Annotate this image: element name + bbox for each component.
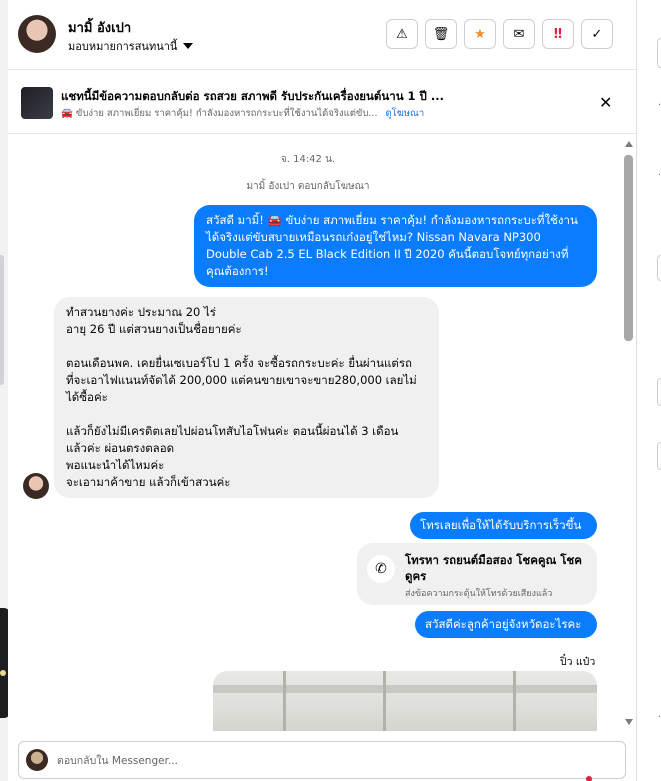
conversation-actions: ⚠ 🗑 ★ ✉ ‼ ✓ [386, 19, 613, 49]
outgoing-message-call-prompt[interactable]: โทรเลยเพื่อให้ได้รับบริการเร็วขึ้น [410, 512, 597, 539]
incoming-message-customer[interactable]: ทำสวนยางค่ะ ประมาณ 20 ไร่ อายุ 26 ปี แต่… [54, 297, 439, 498]
call-prompt-card[interactable]: ✆ โทรหา รถยนต์มือสอง โชคคูณ โชค ดูคร ส่ง… [357, 543, 597, 605]
left-scroll-indicator [0, 255, 4, 385]
photo-detail [513, 671, 516, 731]
contact-name[interactable]: มามิ้ อังเปา [68, 17, 131, 38]
message-line: แล้วค่ะ ผ่อนตรงตลอด [66, 441, 175, 455]
ad-subtitle-row: 🚘 ขับง่าย สภาพเยี่ยม ราคาคุ้ม! กำลังมองห… [61, 106, 424, 121]
assign-conversation-dropdown[interactable]: มอบหมายการสนทนานี้ [68, 37, 194, 55]
star-icon: ★ [474, 26, 486, 42]
reply-composer [18, 741, 626, 781]
message-line: ได้จริงแต่ขับสบายเหมือนรถเก๋งอยู่ใช่ไหม?… [206, 230, 541, 244]
checkmark-icon: ✓ [591, 26, 603, 42]
conversation-header: มามิ้ อังเปา มอบหมายการสนทนานี้ ⚠ 🗑 ★ ✉ … [8, 0, 636, 70]
message-line: อายุ 26 ปี แต่สวนยางเป็นชื่อยายค่ะ [66, 322, 242, 336]
message-line: ตอนเดือนพค. เคยยื่นเซเบอร์โป 1 ครั้ง จะซ… [66, 356, 413, 370]
message-thread: จ. 14:42 น. มามิ้ อังเปา ตอบกลับโฆษณา สว… [8, 135, 636, 731]
call-card-subtitle: ส่งข้อความกระตุ้นให้โทรด้วยเสียงแล้ว [405, 589, 553, 599]
scroll-up-arrow-icon[interactable] [625, 141, 633, 147]
photo-detail [383, 671, 386, 731]
exclamation-icon: ‼ [553, 26, 563, 42]
reply-input[interactable] [57, 750, 597, 772]
follow-up-button[interactable]: ‼ [542, 19, 574, 49]
message-line: สวัสดี มามิ้! 🚘 ขับง่าย สภาพเยี่ยม ราคาค… [206, 213, 578, 227]
chevron-down-icon [183, 43, 194, 49]
sender-avatar[interactable] [23, 473, 49, 499]
mark-unread-button[interactable]: ✉ [503, 19, 535, 49]
message-timestamp: จ. 14:42 น. [280, 154, 336, 165]
warning-icon: ⚠ [396, 26, 408, 42]
mark-done-button[interactable]: ✓ [581, 19, 613, 49]
assign-label: มอบหมายการสนทนานี้ [68, 40, 178, 53]
message-line: จะเอามาค้าขาย แล้วก็เข้าสวนค่ะ [66, 475, 231, 489]
message-line: แล้วก็ยังไม่มีเครดิตเลยไปผ่อนโทสับไอโฟนค… [66, 424, 399, 438]
outgoing-message-ad-greeting[interactable]: สวัสดี มามิ้! 🚘 ขับง่าย สภาพเยี่ยม ราคาค… [194, 205, 597, 287]
right-panel-field[interactable] [657, 38, 661, 68]
trash-icon: 🗑 [432, 26, 450, 42]
image-attachment[interactable] [213, 671, 597, 731]
star-button[interactable]: ★ [464, 19, 496, 49]
scroll-down-arrow-icon[interactable] [625, 719, 633, 725]
scrollbar-thumb[interactable] [624, 155, 633, 341]
message-line: คุณต้องการ! [206, 264, 269, 278]
ad-title: แชทนี้มีข้อความตอบกลับต่อ รถสวย สภาพดี ร… [61, 89, 444, 103]
close-icon[interactable]: ✕ [599, 93, 612, 112]
contact-avatar[interactable] [18, 15, 56, 53]
sender-label: ปิ๋ว แป๋ว [560, 656, 596, 668]
messenger-inbox-view: มามิ้ อังเปา มอบหมายการสนทนานี้ ⚠ 🗑 ★ ✉ … [0, 0, 661, 781]
envelope-icon: ✉ [513, 26, 525, 42]
right-panel-field[interactable] [657, 255, 661, 281]
spam-button[interactable]: ⚠ [386, 19, 418, 49]
message-line: พอแนะนำได้ไหมค่ะ [66, 458, 165, 472]
message-line: ทำสวนยางค่ะ ประมาณ 20 ไร่ [66, 305, 216, 319]
view-ad-link[interactable]: ดูโฆษณา [385, 106, 424, 121]
photo-detail [283, 671, 286, 731]
thread-scrollbar[interactable] [623, 137, 635, 727]
phone-icon: ✆ [367, 555, 395, 583]
ad-reply-note: มามิ้ อังเปา ตอบกลับโฆษณา [246, 181, 370, 192]
photo-detail [213, 685, 597, 693]
message-line: ได้ซื้อค่ะ [66, 390, 108, 404]
ad-thumbnail [21, 87, 53, 119]
right-panel-field[interactable] [657, 442, 661, 470]
left-fragment-dot [0, 670, 6, 676]
ad-subtitle: 🚘 ขับง่าย สภาพเยี่ยม ราคาคุ้ม! กำลังมองห… [61, 108, 378, 119]
message-line: Double Cab 2.5 EL Black Edition II ปี 20… [206, 247, 569, 261]
message-line: ที่จะเอาไฟแนนท์จัดได้ 200,000 แต่คนขายเข… [66, 373, 417, 387]
right-details-panel: · · · [636, 0, 661, 781]
right-panel-field[interactable] [657, 378, 661, 406]
page-avatar [26, 749, 48, 771]
ad-reply-banner: แชทนี้มีข้อความตอบกลับต่อ รถสวย สภาพดี ร… [8, 71, 636, 134]
notification-dot [586, 776, 592, 781]
outgoing-message-greeting[interactable]: สวัสดีค่ะลูกค้าอยู่จังหวัดอะไรคะ [415, 611, 597, 638]
delete-button[interactable]: 🗑 [425, 19, 457, 49]
call-card-title: โทรหา รถยนต์มือสอง โชคคูณ โชค ดูคร [405, 553, 582, 583]
left-edge-panel [0, 0, 10, 781]
